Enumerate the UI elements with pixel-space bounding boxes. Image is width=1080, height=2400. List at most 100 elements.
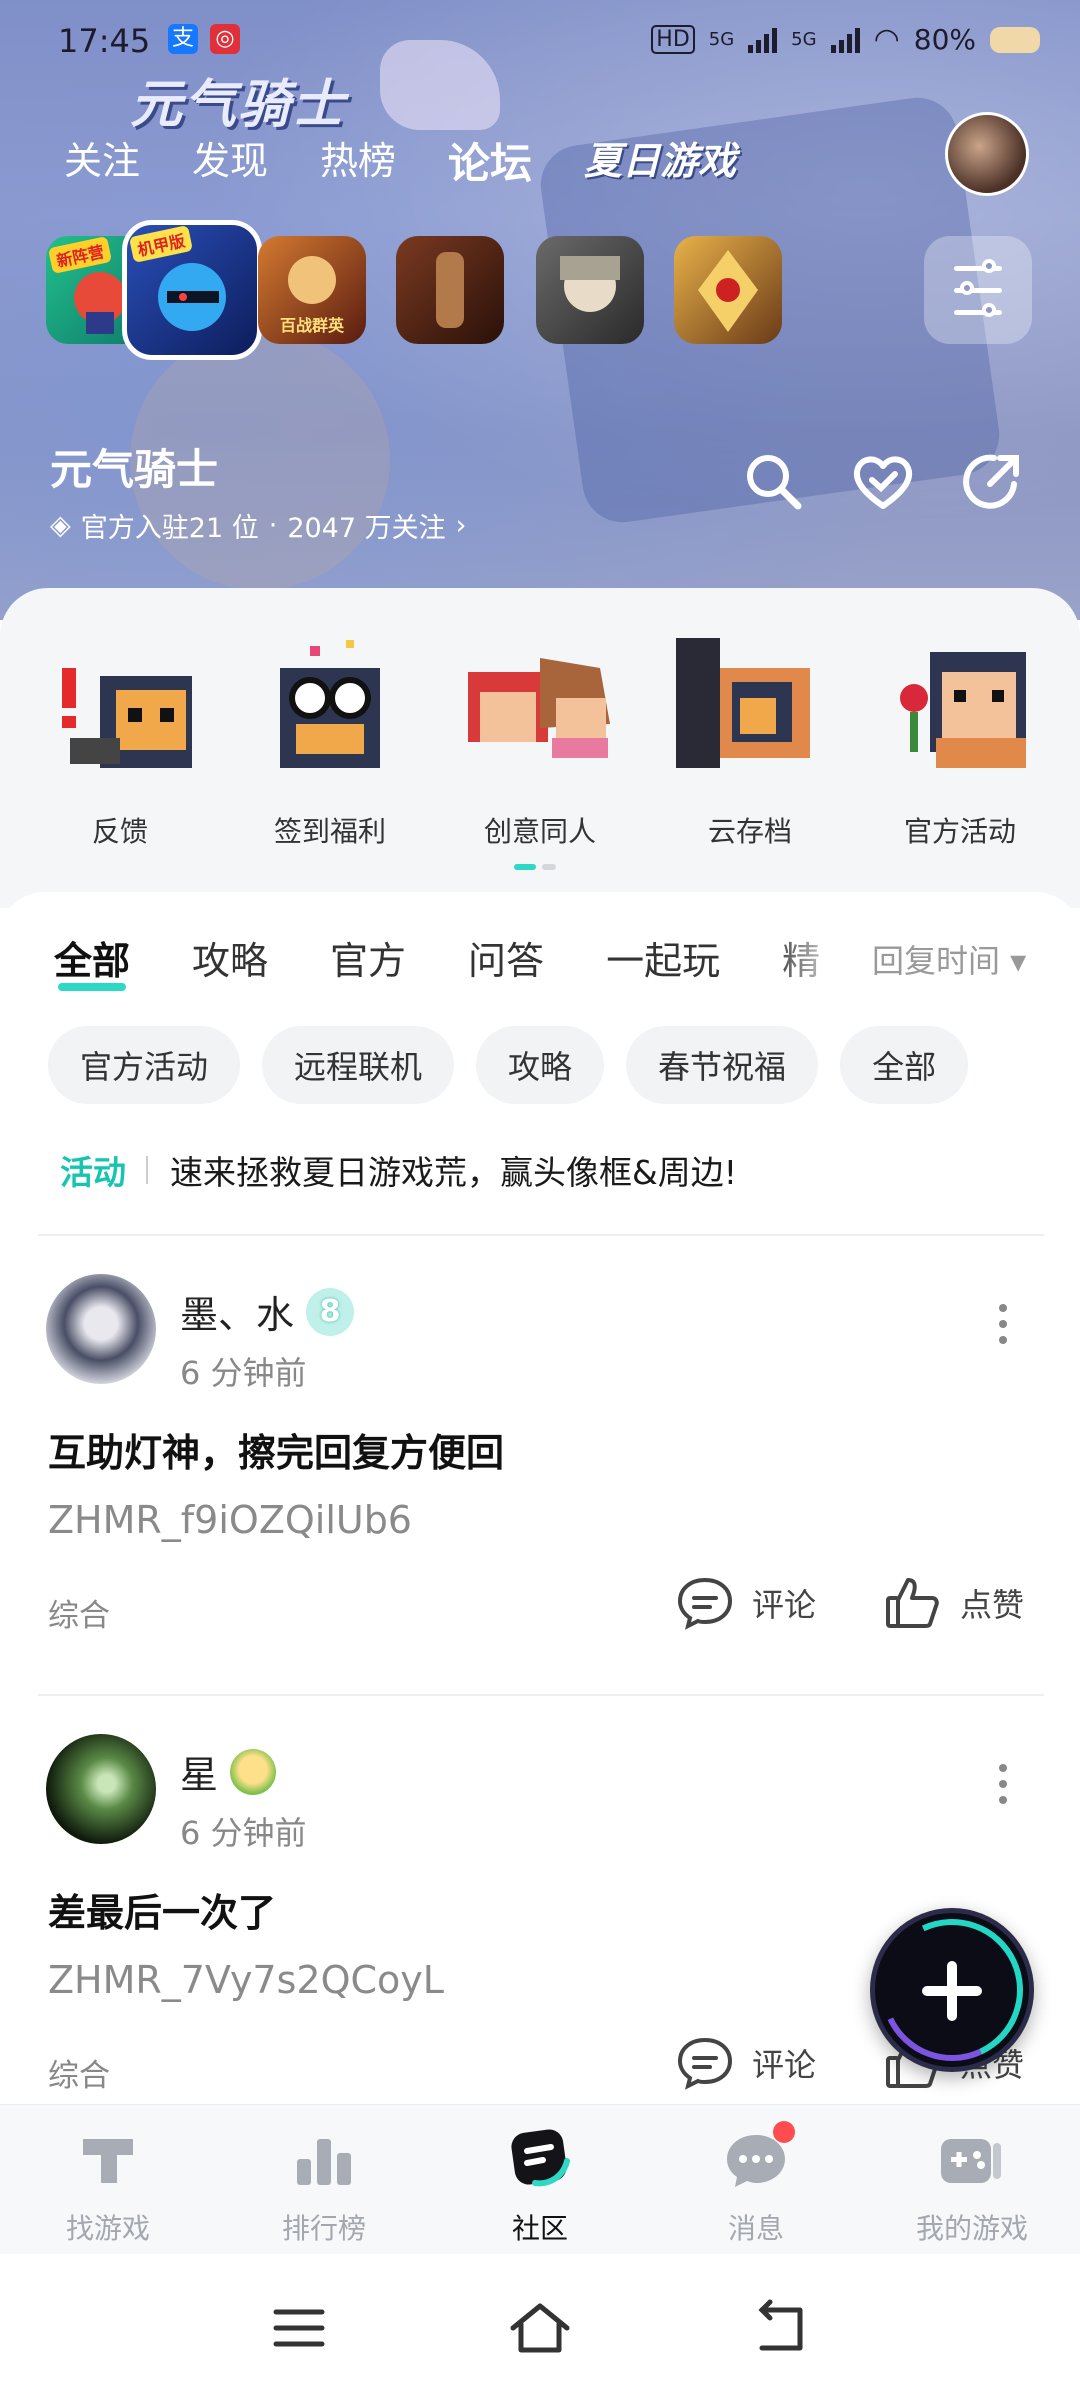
announcement-bar[interactable]: 活动 速来拯救夏日游戏荒，赢头像框&周边! (60, 1146, 737, 1194)
nav-rankings[interactable]: 排行榜 (234, 2125, 414, 2247)
search-icon[interactable] (740, 448, 806, 514)
filter-knob (960, 281, 974, 295)
net1-label: 5G (708, 29, 735, 50)
game-logo: 元气骑士 (130, 75, 347, 135)
bottom-navigation: 找游戏 排行榜 社区 消息 我的游戏 (0, 2104, 1080, 2254)
game-icon-2-selected[interactable]: 机甲版 (122, 220, 262, 360)
community-icon (505, 2125, 575, 2195)
more-options-icon[interactable] (996, 1304, 1010, 1354)
tab-fade (770, 922, 880, 982)
post-category[interactable]: 综合 (48, 1590, 110, 1635)
game-art (698, 250, 758, 332)
tab-discover[interactable]: 发现 (192, 130, 268, 191)
quick-menu: 反馈 签到福利 创意同人 云存档 官方活动 (0, 588, 1080, 908)
rankings-icon (289, 2125, 359, 2195)
post-category[interactable]: 综合 (48, 2050, 110, 2095)
signal2-icon (830, 27, 860, 53)
post-card[interactable]: 墨、水 8 6 分钟前 互助灯神，擦完回复方便回 ZHMR_f9iOZQilUb… (0, 1236, 1080, 1696)
comment-button[interactable]: 评论 (676, 1576, 816, 1630)
announcement-text: 速来拯救夏日游戏荒，赢头像框&周边! (170, 1153, 737, 1192)
comment-button[interactable]: 评论 (676, 2036, 816, 2090)
system-navigation-bar (0, 2254, 1080, 2400)
feedback-pixel-icon (40, 628, 200, 788)
cat-tab-qa[interactable]: 问答 (468, 930, 544, 985)
tab-forum[interactable]: 论坛 (444, 130, 537, 191)
chip-spring-festival[interactable]: 春节祝福 (626, 1026, 819, 1104)
filter-settings-button[interactable] (924, 236, 1032, 344)
chip-guides[interactable]: 攻略 (476, 1026, 605, 1104)
post-avatar[interactable] (46, 1734, 156, 1844)
post-author-row: 星 (180, 1744, 277, 1799)
sort-dropdown[interactable]: 回复时间 ▾ (872, 936, 1026, 982)
post-content: ZHMR_f9iOZQilUb6 (48, 1498, 412, 1542)
quick-checkin[interactable]: 签到福利 (240, 628, 420, 850)
post-title: 互助灯神，擦完回复方便回 (48, 1431, 505, 1475)
post-author[interactable]: 星 (180, 1744, 218, 1799)
nav-label: 社区 (511, 2212, 568, 2245)
cloud-save-pixel-icon (670, 628, 830, 788)
share-icon[interactable] (960, 448, 1026, 514)
home-icon[interactable] (505, 2298, 575, 2358)
nav-messages[interactable]: 消息 (666, 2121, 846, 2247)
filter-knob (982, 303, 996, 317)
wifi-icon: ◠ (873, 22, 900, 57)
menu-icon[interactable] (264, 2298, 334, 2358)
chip-remote-coop[interactable]: 远程联机 (262, 1026, 455, 1104)
user-avatar[interactable] (945, 112, 1029, 196)
cat-tab-play-together[interactable]: 一起玩 (606, 930, 720, 985)
game-icon-5[interactable] (536, 236, 644, 344)
cat-tab-all[interactable]: 全部 (54, 930, 130, 991)
game-art (560, 256, 620, 312)
quick-label: 签到福利 (273, 815, 386, 848)
checkin-pixel-icon (250, 628, 410, 788)
quick-feedback[interactable]: 反馈 (30, 628, 210, 850)
diamond-icon: ◈ (50, 510, 71, 541)
quick-fanart[interactable]: 创意同人 (450, 628, 630, 850)
nav-community[interactable]: 社区 (450, 2125, 630, 2247)
post-avatar[interactable] (46, 1274, 156, 1384)
followed-games-row: 新阵营 机甲版 百战群英 (46, 220, 1046, 360)
nav-find-games[interactable]: 找游戏 (18, 2125, 198, 2247)
game-icon-3[interactable]: 百战群英 (258, 236, 366, 344)
alipay-notification-icon: 支 (168, 24, 198, 54)
quick-cloud-save[interactable]: 云存档 (660, 628, 840, 850)
comment-icon (677, 2037, 733, 2090)
hero-actions (740, 448, 1026, 514)
like-button[interactable]: 点赞 (884, 1576, 1024, 1630)
status-time: 17:45 (58, 22, 151, 60)
nav-my-games[interactable]: 我的游戏 (882, 2125, 1062, 2247)
net2-label: 5G (791, 29, 817, 50)
cat-tab-official[interactable]: 官方 (330, 930, 406, 985)
back-icon[interactable] (746, 2298, 816, 2358)
game-icon-6[interactable] (674, 236, 782, 344)
page-indicator-dot (542, 864, 556, 870)
more-options-icon[interactable] (996, 1764, 1010, 1814)
quick-label: 云存档 (707, 815, 792, 848)
chip-official-event[interactable]: 官方活动 (48, 1026, 241, 1104)
post-author[interactable]: 墨、水 (180, 1284, 294, 1339)
cat-tab-guides[interactable]: 攻略 (192, 930, 268, 985)
plus-icon (947, 1961, 957, 2021)
quick-official-event[interactable]: 官方活动 (870, 628, 1050, 850)
message-icon (721, 2121, 795, 2195)
quick-label: 反馈 (91, 815, 148, 848)
chip-all[interactable]: 全部 (840, 1026, 969, 1104)
page-indicator-active (514, 864, 536, 870)
quick-label: 官方活动 (903, 815, 1016, 848)
tab-summer-games[interactable]: 夏日游戏 (584, 130, 736, 191)
comment-icon (677, 1577, 733, 1630)
fanart-pixel-icon (460, 628, 620, 788)
heart-check-icon[interactable] (850, 448, 916, 514)
game-meta[interactable]: ◈ 官方入驻21 位 · 2047 万关注 › (50, 506, 466, 545)
official-rank: 官方入驻21 位 (80, 513, 259, 544)
game-icon-4[interactable] (396, 236, 504, 344)
tab-follow[interactable]: 关注 (64, 130, 140, 191)
quick-label: 创意同人 (483, 815, 596, 848)
post-content: ZHMR_7Vy7s2QCoyL (48, 1958, 444, 2002)
create-post-button[interactable] (860, 1898, 1044, 2082)
bank-notification-icon: ◎ (210, 24, 240, 54)
find-games-icon (73, 2125, 143, 2195)
unread-dot (773, 2121, 795, 2143)
tab-hot[interactable]: 热榜 (320, 130, 396, 191)
status-indicators: HD 5G 5G ◠ 80% (651, 22, 1040, 57)
